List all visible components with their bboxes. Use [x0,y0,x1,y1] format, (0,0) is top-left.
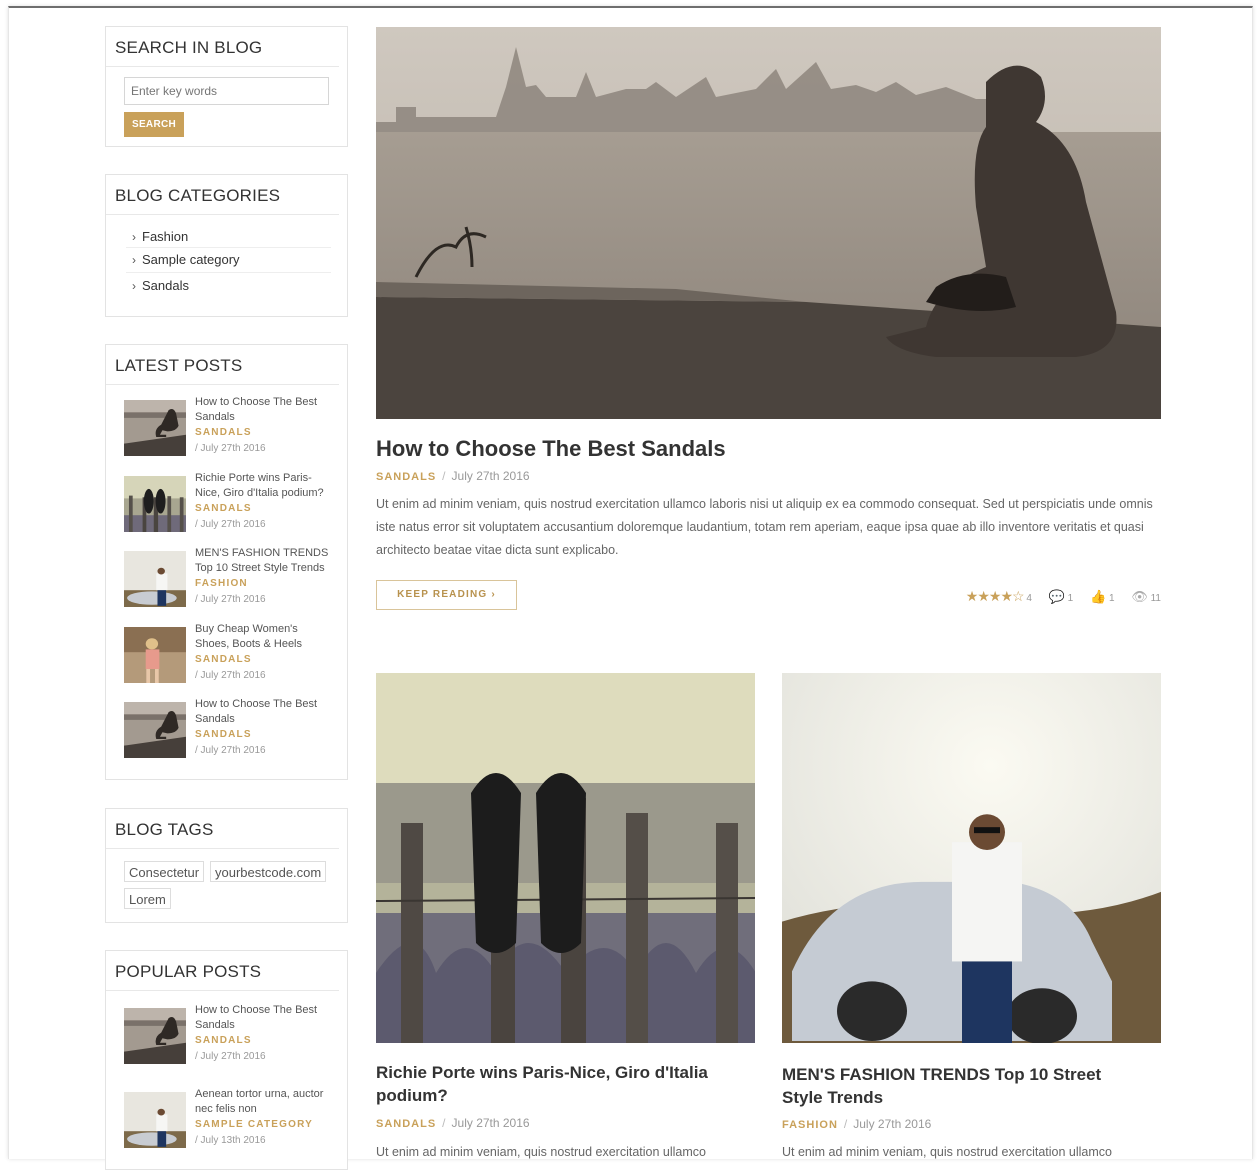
divider [126,272,331,273]
latest-posts-title: LATEST POSTS [106,345,339,385]
list-item[interactable]: Richie Porte wins Paris-Nice, Giro d'Ita… [124,471,339,541]
post-thumbnail[interactable] [124,476,186,532]
category-item-sample[interactable]: › Sample category [132,252,240,267]
list-item[interactable]: How to Choose The Best Sandals SANDALS /… [124,395,339,465]
post-title[interactable]: Richie Porte wins Paris-Nice, Giro d'Ita… [376,1061,736,1107]
comment-count: 1 [1067,593,1074,604]
post-date: / July 13th 2016 [195,1135,266,1146]
category-label: Sample category [142,252,240,267]
search-widget-title: SEARCH IN BLOG [106,27,339,67]
post-title[interactable]: How to Choose The Best Sandals [195,697,335,727]
post-category[interactable]: SANDALS [195,654,252,665]
post-excerpt: Ut enim ad minim veniam, quis nostrud ex… [782,1145,1112,1159]
comment-icon[interactable]: 💬 [1049,589,1065,604]
category-item-sandals[interactable]: › Sandals [132,278,189,293]
post-category[interactable]: SANDALS [376,471,436,483]
post-title[interactable]: How to Choose The Best Sandals [195,395,335,425]
post-category[interactable]: SANDALS [195,427,252,438]
popular-posts-widget: POPULAR POSTS How to Choose The Best San… [105,950,348,1170]
like-count: 1 [1108,593,1115,604]
post-excerpt: Ut enim ad minim veniam, quis nostrud ex… [376,1145,706,1159]
tags-widget-title: BLOG TAGS [106,809,339,849]
tag-link[interactable]: Consectetur [124,861,205,882]
post-date: / July 27th 2016 [195,670,266,681]
keep-reading-button[interactable]: KEEP READING › [376,580,517,610]
divider [126,247,331,248]
post-category[interactable]: SANDALS [195,729,252,740]
search-input[interactable] [124,77,329,105]
post-date: July 27th 2016 [853,1117,932,1131]
post-meta: SANDALS / July 27th 2016 [376,1116,530,1130]
tag-link[interactable]: yourbestcode.com [210,861,327,882]
categories-widget: BLOG CATEGORIES › Fashion › Sample categor… [105,174,348,317]
post-thumbnail[interactable] [124,1008,186,1064]
list-item[interactable]: How to Choose The Best Sandals SANDALS /… [124,697,339,767]
post-thumbnail[interactable] [124,400,186,456]
post-category[interactable]: SANDALS [376,1118,436,1130]
rating-stars-icon[interactable]: ★★★★☆ [966,588,1025,604]
post-thumbnail[interactable] [124,1092,186,1148]
categories-widget-title: BLOG CATEGORIES [106,175,339,215]
post-category[interactable]: FASHION [782,1119,838,1131]
list-item[interactable]: How to Choose The Best Sandals SANDALS /… [124,1003,339,1073]
post-image[interactable] [376,673,755,1043]
latest-posts-widget: LATEST POSTS How to Choose The Best Sand… [105,344,348,780]
thumbs-up-icon[interactable]: 👍 [1090,589,1106,604]
post-title[interactable]: Richie Porte wins Paris-Nice, Giro d'Ita… [195,471,335,501]
post-date: / July 27th 2016 [195,594,266,605]
separator: / [843,1117,848,1131]
separator: / [442,469,446,483]
post-title[interactable]: Aenean tortor urna, auctor nec felis non [195,1087,335,1117]
popular-posts-title: POPULAR POSTS [106,951,339,991]
post-meta: FASHION / July 27th 2016 [782,1117,931,1131]
post-category[interactable]: FASHION [195,578,248,589]
list-item[interactable]: MEN'S FASHION TRENDS Top 10 Street Style… [124,546,339,616]
chevron-right-icon: › [132,253,136,267]
post-thumbnail[interactable] [124,551,186,607]
category-label: Sandals [142,278,189,293]
post-category[interactable]: SANDALS [195,503,252,514]
list-item[interactable]: Buy Cheap Women's Shoes, Boots & Heels S… [124,622,339,692]
post-date: July 27th 2016 [451,1116,530,1130]
post-excerpt: Ut enim ad minim veniam, quis nostrud ex… [376,497,1153,557]
chevron-right-icon: › [132,230,136,244]
post-meta: SANDALS / July 27th 2016 [376,469,530,483]
tags-widget: BLOG TAGS Consectetur yourbestcode.com L… [105,808,348,923]
post-thumbnail[interactable] [124,702,186,758]
post-image[interactable] [782,673,1161,1043]
category-item-fashion[interactable]: › Fashion [132,229,188,244]
eye-icon: 👁 [1131,589,1148,604]
list-item[interactable]: Aenean tortor urna, auctor nec felis non… [124,1087,339,1157]
post-date: / July 27th 2016 [195,443,266,454]
post-date: / July 27th 2016 [195,1051,266,1062]
featured-post-title[interactable]: How to Choose The Best Sandals [376,436,726,462]
post-title[interactable]: Buy Cheap Women's Shoes, Boots & Heels [195,622,335,652]
rating-count: 4 [1026,593,1032,604]
search-widget: SEARCH IN BLOG SEARCH [105,26,348,147]
post-title[interactable]: MEN'S FASHION TRENDS Top 10 Street Style… [782,1063,1142,1109]
post-stats: ★★★★☆ 4 💬 1 👍 1 👁 11 [966,588,1161,605]
post-date: July 27th 2016 [451,469,530,483]
post-title[interactable]: MEN'S FASHION TRENDS Top 10 Street Style… [195,546,335,576]
chevron-right-icon: › [132,279,136,293]
view-count: 11 [1150,593,1161,604]
tag-link[interactable]: Lorem [124,888,171,909]
separator: / [442,1116,446,1130]
search-button[interactable]: SEARCH [124,112,184,137]
post-category[interactable]: SAMPLE CATEGORY [195,1119,313,1130]
featured-post-image[interactable] [376,27,1161,419]
post-date: / July 27th 2016 [195,745,266,756]
category-label: Fashion [142,229,189,244]
post-category[interactable]: SANDALS [195,1035,252,1046]
post-date: / July 27th 2016 [195,519,266,530]
post-title[interactable]: How to Choose The Best Sandals [195,1003,335,1033]
post-thumbnail[interactable] [124,627,186,683]
